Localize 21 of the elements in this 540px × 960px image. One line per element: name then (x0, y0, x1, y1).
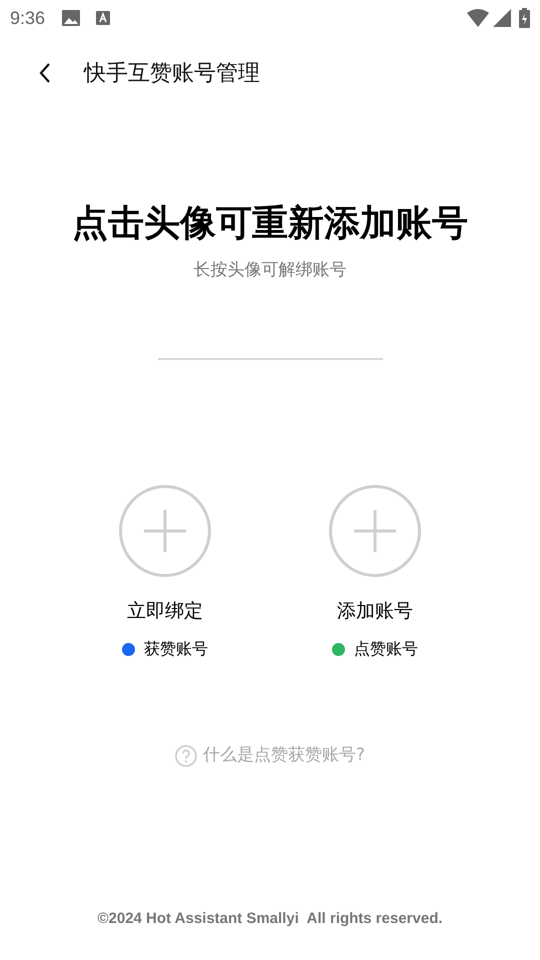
help-link[interactable]: 什么是点赞获赞账号? (174, 743, 366, 768)
text-icon (96, 11, 110, 25)
account-label: 添加账号 (337, 598, 413, 624)
heading: 点击头像可重新添加账号 (72, 202, 468, 246)
help-icon (174, 744, 197, 767)
account-type-label: 获赞账号 (144, 638, 208, 660)
account-label: 立即绑定 (127, 598, 203, 624)
signal-icon (493, 9, 511, 27)
image-icon (62, 10, 80, 26)
add-avatar-button[interactable] (329, 484, 421, 576)
subheading: 长按头像可解绑账号 (194, 259, 346, 282)
page-title: 快手互赞账号管理 (84, 60, 260, 88)
battery-icon (519, 8, 530, 28)
wifi-icon (467, 9, 489, 27)
back-icon (39, 62, 51, 84)
plus-icon (144, 510, 186, 552)
copyright-text: ©2024 Hot Assistant Smallyi All rights reserved. (97, 908, 443, 928)
plus-icon (354, 510, 396, 552)
account-type-label: 点赞账号 (354, 638, 418, 660)
status-time: 9:36 (10, 6, 46, 30)
add-avatar-button[interactable] (119, 484, 211, 576)
